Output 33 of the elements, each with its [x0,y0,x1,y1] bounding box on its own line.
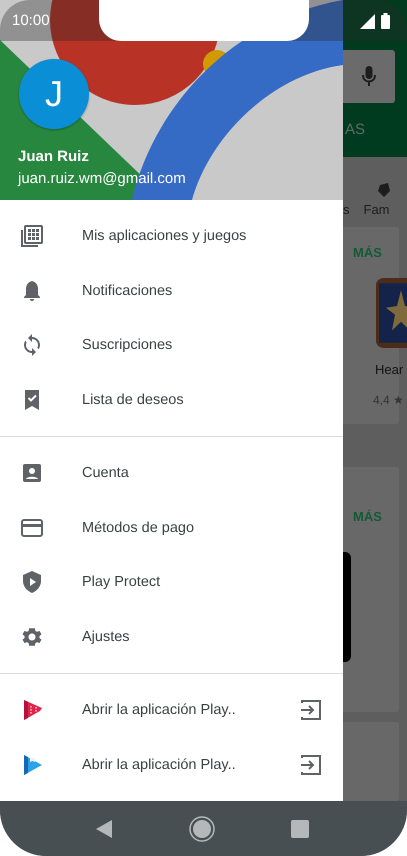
drawer-item-label: Ajustes [82,628,131,645]
drawer-item[interactable]: Play Protect [0,555,343,610]
drawer-item[interactable]: Notificaciones [0,264,343,318]
drawer-item-label: Notificaciones [82,282,174,299]
drawer-item-label: Abrir la aplicación Play.. [82,756,237,773]
exit-icon [299,698,323,722]
apps-grid-icon [20,224,44,248]
drawer-item[interactable]: Suscripciones [0,318,343,372]
shield-play-icon [20,570,44,594]
account-name: Juan Ruiz [18,148,89,165]
status-time: 10:00 [12,12,50,29]
category-icon [378,182,390,197]
drawer-item-label: Métodos de pago [82,520,196,536]
drawer-item[interactable]: Métodos de pago [0,500,343,555]
signal-icon [360,14,375,28]
mic-icon [362,66,376,88]
drawer-item[interactable]: Cuenta [0,446,343,500]
drawer-item-label: Play Protect [82,574,162,590]
back-icon[interactable] [94,818,112,838]
drawer-item-label: Mis aplicaciones y juegos [82,228,248,244]
recents-icon[interactable] [290,820,308,838]
battery-icon [381,12,390,28]
drawer-item-label: Abrir la aplicación Play.. [82,702,237,718]
drawer-item[interactable]: Ajustes [0,610,343,664]
drawer-item-label: Cuenta [82,465,130,482]
drawer-item[interactable]: Abrir la aplicación Play.. [0,683,343,738]
home-icon[interactable] [188,814,216,842]
drawer-item[interactable]: Mis aplicaciones y juegos [0,209,343,264]
drawer-item-label: Lista de deseos [82,392,185,408]
exit-icon [299,752,323,777]
drawer-item[interactable]: Lista de deseos [0,372,343,427]
drawer-item-label: Suscripciones [82,337,174,354]
drawer-item[interactable]: Abrir la aplicación Play.. [0,738,343,792]
